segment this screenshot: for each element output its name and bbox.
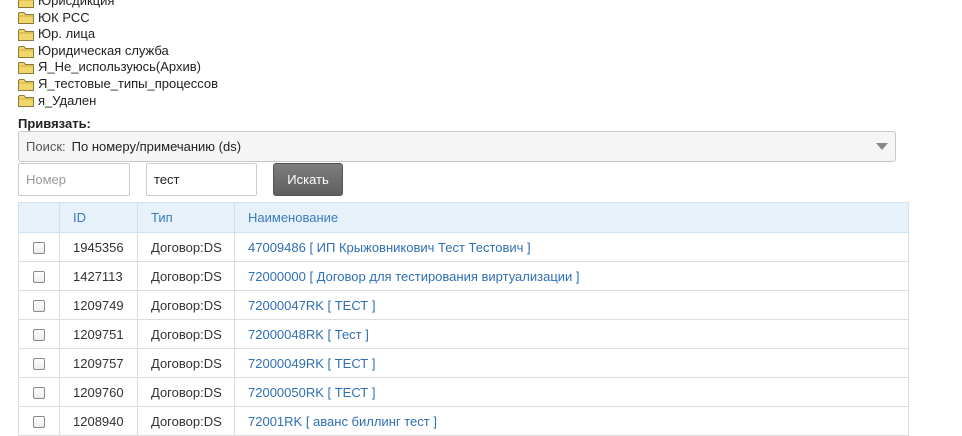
row-name-cell: 72000048RK [ Тест ] (234, 319, 909, 349)
search-button[interactable]: Искать (273, 163, 343, 196)
row-name-link[interactable]: 72000050RK [ ТЕСТ ] (248, 385, 375, 400)
row-name-cell: 47009486 [ ИП Крыжовникович Тест Тестови… (234, 232, 909, 262)
folder-item-label: Я_тестовые_типы_процессов (38, 75, 219, 91)
row-type: Договор:DS (137, 348, 235, 378)
folder-item-label: Юридическая служба (38, 42, 169, 58)
row-name-link[interactable]: 47009486 [ ИП Крыжовникович Тест Тестови… (248, 240, 531, 255)
type-column-header[interactable]: Тип (137, 202, 235, 233)
folder-item[interactable]: ЮК РСС (18, 10, 218, 27)
row-id: 1209751 (59, 319, 138, 349)
folder-item[interactable]: Юридическая служба (18, 43, 218, 60)
search-select-value: По номеру/примечанию (ds) (71, 139, 242, 154)
folder-item[interactable]: я_Удален (18, 93, 218, 110)
row-select-cell (18, 232, 60, 262)
table-row: 1209757 Договор:DS 72000049RK [ ТЕСТ ] (18, 348, 909, 378)
table-row: 1945356 Договор:DS 47009486 [ ИП Крыжовн… (18, 232, 909, 262)
folder-icon (18, 78, 34, 91)
row-id: 1209760 (59, 377, 138, 407)
row-name-cell: 72000047RK [ ТЕСТ ] (234, 290, 909, 320)
folder-icon (18, 11, 34, 24)
row-type: Договор:DS (137, 377, 235, 407)
folder-item-label: я_Удален (38, 92, 97, 108)
row-type: Договор:DS (137, 232, 235, 262)
chevron-down-icon (876, 143, 888, 150)
row-checkbox[interactable] (33, 416, 45, 429)
row-type: Договор:DS (137, 406, 235, 436)
folder-item-label: Юрисдикция (38, 0, 115, 8)
row-name-cell: 72000049RK [ ТЕСТ ] (234, 348, 909, 378)
folder-item[interactable]: Я_тестовые_типы_процессов (18, 76, 218, 93)
folder-item-label: Я_Не_используюсь(Архив) (38, 59, 201, 75)
folder-icon (18, 94, 34, 107)
row-checkbox[interactable] (33, 242, 45, 255)
row-checkbox[interactable] (33, 300, 45, 313)
folder-icon (18, 61, 34, 74)
row-checkbox[interactable] (33, 329, 45, 342)
table-row: 1209751 Договор:DS 72000048RK [ Тест ] (18, 319, 909, 349)
folder-tree: Юрисдикция ЮК РСС Юр. лица Юридическая с… (18, 0, 218, 109)
row-name-cell: 72000000 [ Договор для тестирования вирт… (234, 261, 909, 291)
table-row: 1209760 Договор:DS 72000050RK [ ТЕСТ ] (18, 377, 909, 407)
row-select-cell (18, 406, 60, 436)
row-type: Договор:DS (137, 319, 235, 349)
row-name-link[interactable]: 72000048RK [ Тест ] (248, 327, 369, 342)
table-header-row: ID Тип Наименование (18, 202, 909, 233)
row-select-cell (18, 377, 60, 407)
name-input[interactable] (146, 163, 257, 196)
folder-item[interactable]: Я_Не_используюсь(Архив) (18, 59, 218, 76)
row-name-link[interactable]: 72000047RK [ ТЕСТ ] (248, 298, 375, 313)
bind-label: Привязать: (18, 116, 91, 131)
row-name-link[interactable]: 72000000 [ Договор для тестирования вирт… (248, 269, 580, 284)
table-row: 1208940 Договор:DS 72001RK [ аванс билли… (18, 406, 909, 436)
row-select-cell (18, 290, 60, 320)
folder-item[interactable]: Юрисдикция (18, 0, 218, 10)
row-name-cell: 72001RK [ аванс биллинг тест ] (234, 406, 909, 436)
row-name-link[interactable]: 72000049RK [ ТЕСТ ] (248, 356, 375, 371)
row-id: 1209757 (59, 348, 138, 378)
folder-item[interactable]: Юр. лица (18, 26, 218, 43)
row-id: 1208940 (59, 406, 138, 436)
row-name-link[interactable]: 72001RK [ аванс биллинг тест ] (248, 414, 437, 429)
table-row: 1427113 Договор:DS 72000000 [ Договор дл… (18, 261, 909, 291)
row-type: Договор:DS (137, 261, 235, 291)
row-id: 1427113 (59, 261, 138, 291)
row-id: 1945356 (59, 232, 138, 262)
results-table: ID Тип Наименование 1945356 Договор:DS 4… (18, 202, 909, 436)
folder-item-label: ЮК РСС (38, 9, 90, 25)
row-checkbox[interactable] (33, 271, 45, 284)
folder-icon (18, 0, 34, 8)
row-type: Договор:DS (137, 290, 235, 320)
name-column-header[interactable]: Наименование (234, 202, 909, 233)
row-select-cell (18, 319, 60, 349)
table-row: 1209749 Договор:DS 72000047RK [ ТЕСТ ] (18, 290, 909, 320)
id-column-header[interactable]: ID (59, 202, 138, 233)
row-checkbox[interactable] (33, 358, 45, 371)
row-select-cell (18, 348, 60, 378)
search-select-prefix: Поиск: (26, 139, 66, 154)
folder-icon (18, 45, 34, 58)
folder-icon (18, 28, 34, 41)
search-type-select[interactable]: Поиск: По номеру/примечанию (ds) (18, 131, 896, 162)
folder-item-label: Юр. лица (38, 26, 96, 42)
row-id: 1209749 (59, 290, 138, 320)
select-column-header (18, 202, 60, 233)
number-input[interactable] (18, 163, 130, 196)
row-select-cell (18, 261, 60, 291)
row-name-cell: 72000050RK [ ТЕСТ ] (234, 377, 909, 407)
row-checkbox[interactable] (33, 387, 45, 400)
